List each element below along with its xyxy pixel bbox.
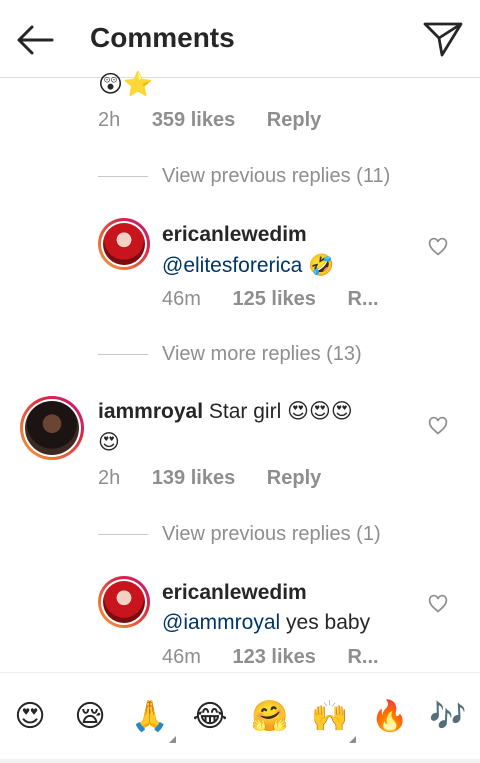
comment-meta: 2h 359 likes Reply bbox=[98, 109, 321, 132]
username[interactable]: ericanlewedim bbox=[162, 581, 307, 604]
likes-count[interactable]: 359 likes bbox=[152, 109, 235, 131]
heart-icon[interactable] bbox=[428, 594, 448, 614]
reply-text: yes baby bbox=[286, 611, 371, 634]
emoji-raised-hands-glyph: 🙌 bbox=[311, 699, 349, 734]
back-button[interactable] bbox=[14, 20, 58, 60]
reply-meta: 46m 123 likes R... bbox=[162, 646, 379, 669]
reply-button[interactable]: Reply bbox=[267, 109, 321, 131]
avatar[interactable] bbox=[20, 396, 84, 460]
arrow-left-icon bbox=[17, 25, 54, 55]
view-previous-replies-label[interactable]: View previous replies (11) bbox=[162, 165, 390, 188]
reply-body: ericanlewedim @elitesforerica 🤣 bbox=[162, 220, 334, 281]
emoji-pray-button[interactable]: 🙏 bbox=[128, 695, 176, 743]
comment-body: iammroyal Star girl 😍😍😍 😍 bbox=[98, 396, 418, 457]
skin-tone-indicator bbox=[169, 736, 176, 743]
username[interactable]: ericanlewedim bbox=[162, 223, 307, 246]
comment-emojis: 😍😍😍 bbox=[287, 399, 353, 423]
emoji-pray-glyph: 🙏 bbox=[131, 699, 169, 734]
view-previous-replies-label[interactable]: View previous replies (1) bbox=[162, 523, 381, 546]
comment-time: 2h bbox=[98, 109, 121, 131]
emoji-quick-bar: 😍 😪 🙏 😂 🤗 🙌 🔥 🎶 bbox=[0, 672, 480, 763]
divider-line bbox=[98, 175, 148, 177]
share-button[interactable] bbox=[420, 18, 466, 60]
profile-photo bbox=[103, 223, 145, 265]
skin-tone-indicator bbox=[349, 736, 356, 743]
mention-link[interactable]: @elitesforerica bbox=[162, 254, 302, 277]
emoji-raised-hands-button[interactable]: 🙌 bbox=[308, 695, 356, 743]
comment-text: Star girl bbox=[208, 400, 282, 423]
heart-icon[interactable] bbox=[428, 416, 448, 436]
mention-link[interactable]: @iammroyal bbox=[162, 611, 280, 634]
divider-line bbox=[98, 533, 148, 535]
view-previous-replies[interactable]: View previous replies (11) bbox=[98, 163, 390, 189]
likes-count[interactable]: 139 likes bbox=[152, 467, 235, 489]
reply-button[interactable]: Reply bbox=[267, 467, 321, 489]
emoji-joy-button[interactable]: 😂 bbox=[188, 695, 232, 739]
avatar[interactable] bbox=[98, 576, 150, 628]
emoji-music-button[interactable]: 🎶 bbox=[426, 695, 470, 739]
likes-count[interactable]: 123 likes bbox=[232, 646, 315, 668]
reply-body: ericanlewedim @iammroyal yes baby bbox=[162, 578, 370, 638]
reply-emoji: 🤣 bbox=[308, 253, 335, 277]
view-more-replies[interactable]: View more replies (13) bbox=[98, 341, 362, 367]
avatar[interactable] bbox=[98, 218, 150, 270]
likes-count[interactable]: 125 likes bbox=[232, 288, 315, 310]
emoji-fire-button[interactable]: 🔥 bbox=[368, 695, 412, 739]
page-title: Comments bbox=[90, 22, 235, 53]
username[interactable]: iammroyal bbox=[98, 400, 203, 423]
reply-meta: 46m 125 likes R... bbox=[162, 288, 379, 311]
reply-button[interactable]: R... bbox=[347, 288, 378, 310]
profile-photo bbox=[103, 581, 145, 623]
comment-meta: 2h 139 likes Reply bbox=[98, 467, 321, 490]
view-previous-replies[interactable]: View previous replies (1) bbox=[98, 521, 381, 547]
profile-photo bbox=[25, 401, 79, 455]
comment-emojis-line2: 😍 bbox=[98, 430, 120, 454]
heart-icon[interactable] bbox=[428, 237, 448, 257]
reply-time: 46m bbox=[162, 646, 201, 668]
bottom-divider bbox=[0, 759, 480, 763]
reply-time: 46m bbox=[162, 288, 201, 310]
emoji-heart-eyes-button[interactable]: 😍 bbox=[8, 695, 52, 739]
reply-button[interactable]: R... bbox=[347, 646, 378, 668]
emoji-sleepy-button[interactable]: 😪 bbox=[68, 695, 112, 739]
emoji-hug-button[interactable]: 🤗 bbox=[248, 695, 292, 739]
header-bar: Comments bbox=[0, 0, 480, 78]
paper-plane-icon bbox=[423, 22, 463, 57]
comment-time: 2h bbox=[98, 467, 121, 489]
comment-emojis: 😲⭐ bbox=[98, 70, 153, 98]
divider-line bbox=[98, 353, 148, 355]
view-more-replies-label[interactable]: View more replies (13) bbox=[162, 343, 362, 366]
